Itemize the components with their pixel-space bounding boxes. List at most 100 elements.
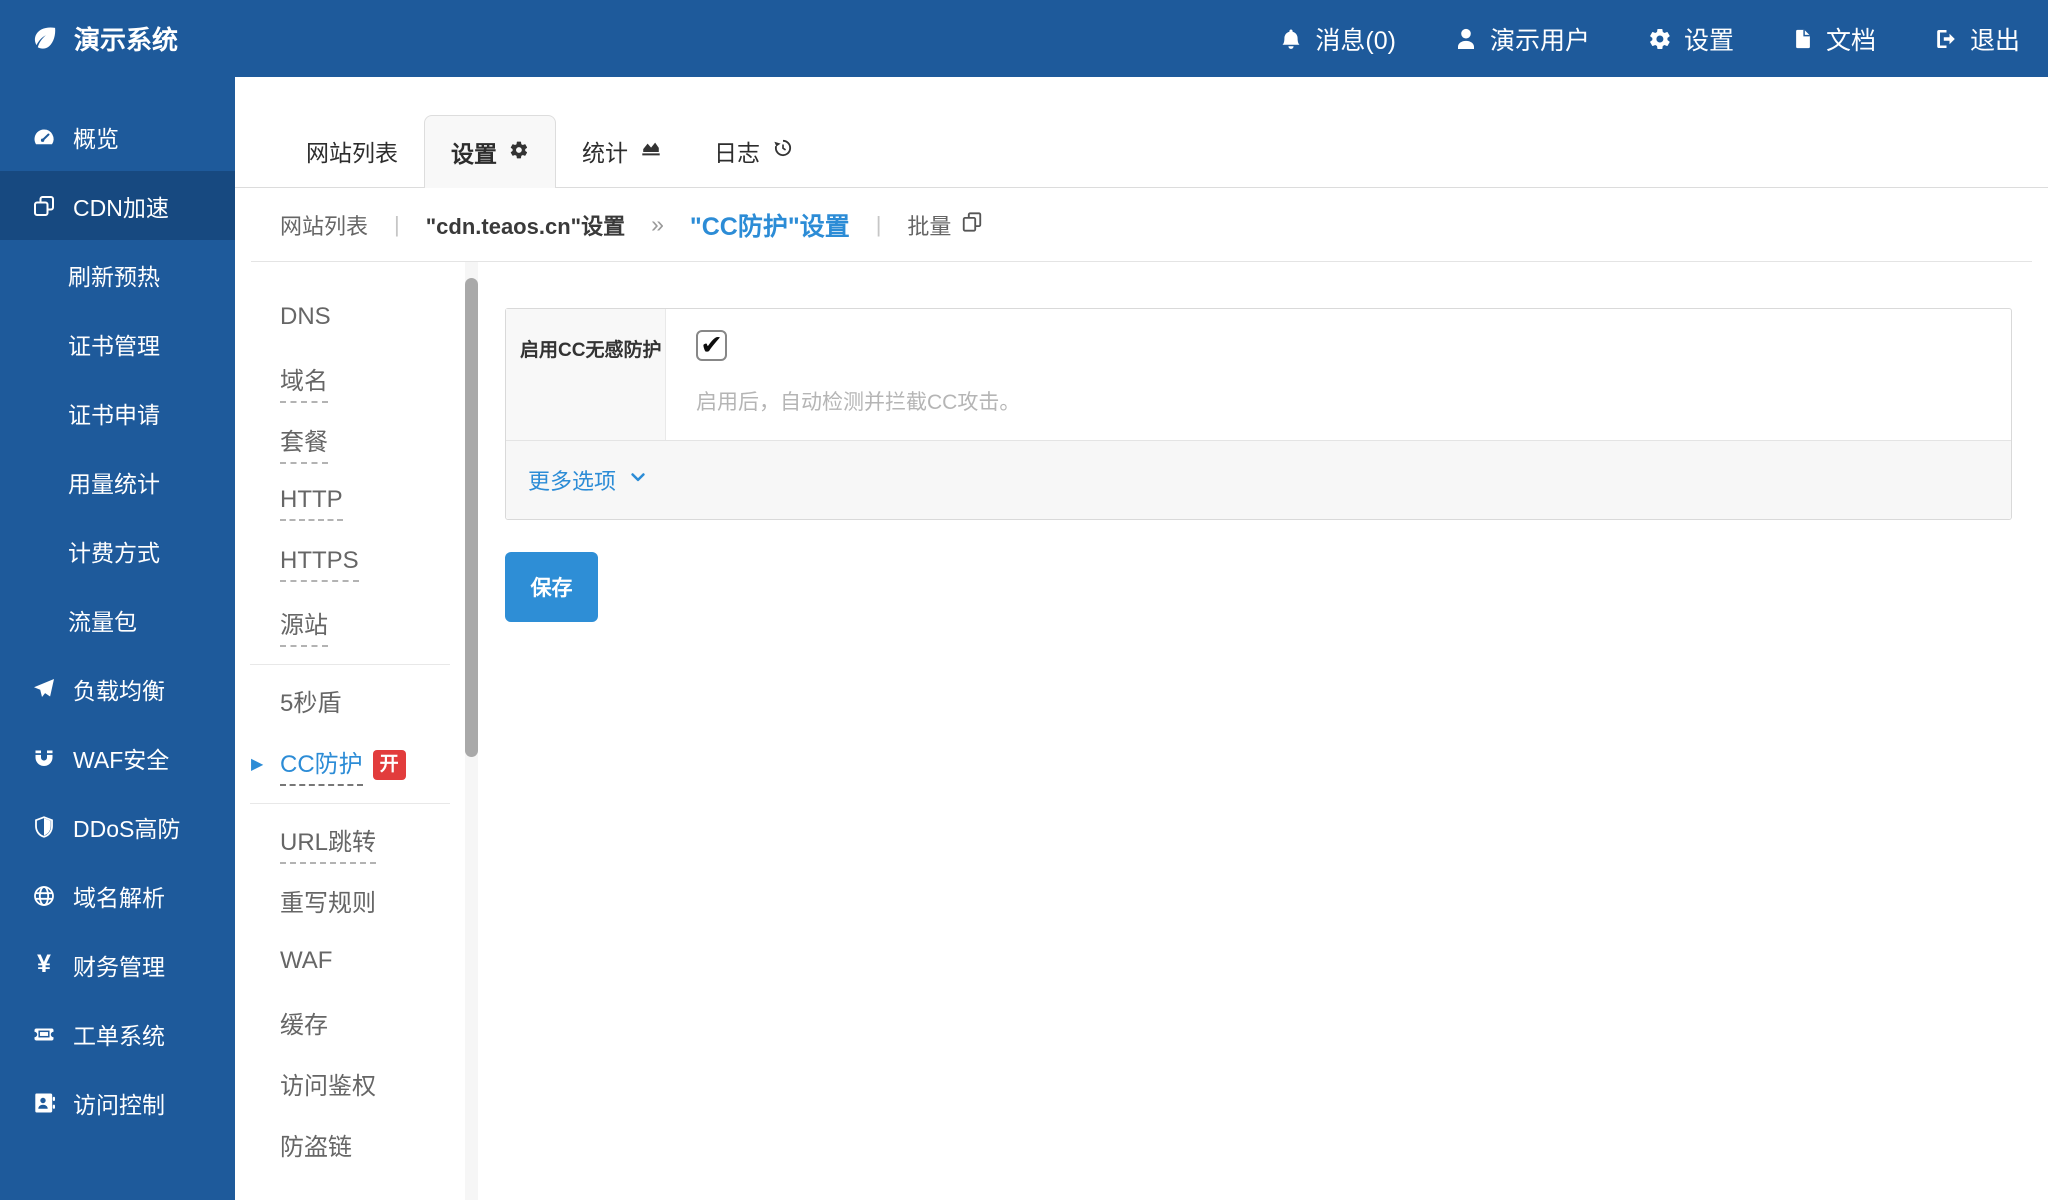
save-button[interactable]: 保存 — [505, 552, 598, 622]
sidebar-item-label: 计费方式 — [68, 534, 160, 568]
tab-bar: 网站列表 设置 统计 日志 — [235, 77, 2048, 188]
breadcrumb-current-page: "CC防护"设置 — [690, 207, 850, 243]
menu-item-label: 5秒盾 — [280, 683, 341, 725]
bell-icon — [1279, 27, 1303, 51]
settings-menu: DNS 域名 套餐 HTTP HTTPS 源站 — [235, 262, 478, 1200]
scrollbar-track — [465, 262, 478, 1200]
batch-label: 批量 — [907, 209, 951, 241]
sidebar-item-cdn[interactable]: CDN加速 — [0, 171, 235, 240]
logout-button[interactable]: 退出 — [1934, 21, 2020, 57]
breadcrumb-arrow: » — [651, 211, 664, 238]
sidebar-item-finance[interactable]: ¥ 财务管理 — [0, 930, 235, 999]
form-field-value: ✔ 启用后，自动检测并拦截CC攻击。 — [666, 309, 2011, 440]
menu-item-access-auth[interactable]: 访问鉴权 — [235, 1056, 478, 1117]
sidebar-item-waf[interactable]: WAF安全 — [0, 723, 235, 792]
sidebar-item-label: 工单系统 — [73, 1017, 165, 1051]
sidebar-nav: 概览 CDN加速 刷新预热 证书管理 证书申请 用量统计 计费方式 — [0, 77, 235, 1200]
cc-protect-checkbox[interactable]: ✔ — [696, 330, 727, 361]
tab-site-list[interactable]: 网站列表 — [280, 115, 424, 187]
tab-label: 网站列表 — [306, 134, 398, 168]
scrollbar-thumb[interactable] — [465, 278, 478, 757]
menu-item-waf[interactable]: WAF — [235, 934, 478, 995]
breadcrumb-site-settings[interactable]: "cdn.teaos.cn"设置 — [426, 209, 625, 241]
docs-label: 文档 — [1826, 21, 1876, 57]
breadcrumb-separator: | — [876, 212, 882, 238]
settings-label: 设置 — [1684, 21, 1734, 57]
menu-item-http[interactable]: HTTP — [235, 473, 478, 534]
menu-item-origin[interactable]: 源站 — [235, 595, 478, 656]
docs-button[interactable]: 文档 — [1792, 21, 1876, 57]
sidebar-item-refresh-preheat[interactable]: 刷新预热 — [0, 240, 235, 309]
batch-button[interactable]: 批量 — [907, 209, 983, 241]
breadcrumb-separator: | — [394, 212, 400, 238]
messages-label: 消息(0) — [1315, 21, 1396, 57]
sidebar-item-access-control[interactable]: 访问控制 — [0, 1068, 235, 1137]
menu-divider — [250, 664, 450, 665]
app-window: 演示系统 消息(0) 演示用户 设置 — [0, 0, 2048, 1200]
sidebar-item-traffic-pack[interactable]: 流量包 — [0, 585, 235, 654]
dashboard-icon — [30, 125, 58, 149]
menu-item-cache[interactable]: 缓存 — [235, 995, 478, 1056]
copy-icon — [961, 211, 983, 239]
sidebar-item-cert-apply[interactable]: 证书申请 — [0, 378, 235, 447]
sidebar-item-label: 刷新预热 — [68, 258, 160, 292]
menu-item-cc-protect[interactable]: ▶ CC防护 开 — [235, 734, 478, 795]
sidebar-item-cert-manage[interactable]: 证书管理 — [0, 309, 235, 378]
menu-item-label: CC防护 — [280, 744, 363, 786]
checkmark-icon: ✔ — [700, 330, 723, 361]
menu-item-label: 重写规则 — [280, 883, 376, 925]
gear-icon — [1648, 27, 1672, 51]
user-menu-button[interactable]: 演示用户 — [1454, 21, 1590, 57]
clone-icon — [30, 194, 58, 218]
sidebar-item-ddos[interactable]: DDoS高防 — [0, 792, 235, 861]
sidebar-item-label: 域名解析 — [73, 879, 165, 913]
form-field-label: 启用CC无感防护 — [506, 309, 666, 440]
top-nav: 消息(0) 演示用户 设置 文档 — [1279, 21, 2020, 57]
sidebar-item-tickets[interactable]: 工单系统 — [0, 999, 235, 1068]
menu-item-hotlink-protect[interactable]: 防盗链 — [235, 1117, 478, 1178]
menu-item-label: DNS — [280, 303, 331, 338]
sidebar-item-label: CDN加速 — [73, 189, 169, 223]
sidebar-item-label: 概览 — [73, 120, 119, 154]
brand-title: 演示系统 — [74, 20, 178, 57]
document-icon — [1792, 27, 1814, 51]
chevron-down-icon — [628, 467, 648, 493]
menu-item-label: 防盗链 — [280, 1127, 352, 1169]
menu-item-domain[interactable]: 域名 — [235, 351, 478, 412]
tab-statistics[interactable]: 统计 — [556, 115, 688, 187]
globe-icon — [30, 884, 58, 908]
sidebar-item-billing-mode[interactable]: 计费方式 — [0, 516, 235, 585]
menu-item-url-redirect[interactable]: URL跳转 — [235, 812, 478, 873]
magnet-icon — [30, 746, 58, 770]
menu-item-plan[interactable]: 套餐 — [235, 412, 478, 473]
sidebar-item-label: 证书申请 — [68, 396, 160, 430]
breadcrumb-site-list[interactable]: 网站列表 — [280, 209, 368, 241]
menu-item-rewrite-rules[interactable]: 重写规则 — [235, 873, 478, 934]
menu-item-https[interactable]: HTTPS — [235, 534, 478, 595]
tab-settings[interactable]: 设置 — [424, 115, 556, 188]
paper-plane-icon — [30, 677, 58, 701]
menu-item-label: 域名 — [280, 361, 328, 403]
sidebar-item-usage-stats[interactable]: 用量统计 — [0, 447, 235, 516]
menu-item-5s-shield[interactable]: 5秒盾 — [235, 673, 478, 734]
sidebar-item-label: 访问控制 — [73, 1086, 165, 1120]
sidebar-item-label: DDoS高防 — [73, 810, 180, 844]
breadcrumb: 网站列表 | "cdn.teaos.cn"设置 » "CC防护"设置 | 批量 — [251, 188, 2032, 262]
menu-item-dns[interactable]: DNS — [235, 290, 478, 351]
history-icon — [772, 137, 794, 165]
sidebar-item-dns-resolve[interactable]: 域名解析 — [0, 861, 235, 930]
more-options-toggle[interactable]: 更多选项 — [506, 440, 2011, 519]
user-icon — [1454, 27, 1478, 51]
address-book-icon — [30, 1091, 58, 1115]
status-badge-on: 开 — [373, 750, 406, 780]
cc-protect-panel: 启用CC无感防护 ✔ 启用后，自动检测并拦截CC攻击。 更多选项 — [505, 262, 2012, 1200]
settings-button[interactable]: 设置 — [1648, 21, 1734, 57]
sidebar-item-label: WAF安全 — [73, 741, 169, 775]
yen-icon: ¥ — [30, 950, 58, 979]
sidebar-item-load-balance[interactable]: 负载均衡 — [0, 654, 235, 723]
menu-item-label: HTTPS — [280, 547, 359, 582]
sidebar-item-overview[interactable]: 概览 — [0, 102, 235, 171]
top-bar: 演示系统 消息(0) 演示用户 设置 — [0, 0, 2048, 77]
tab-logs[interactable]: 日志 — [688, 115, 820, 187]
messages-button[interactable]: 消息(0) — [1279, 21, 1396, 57]
